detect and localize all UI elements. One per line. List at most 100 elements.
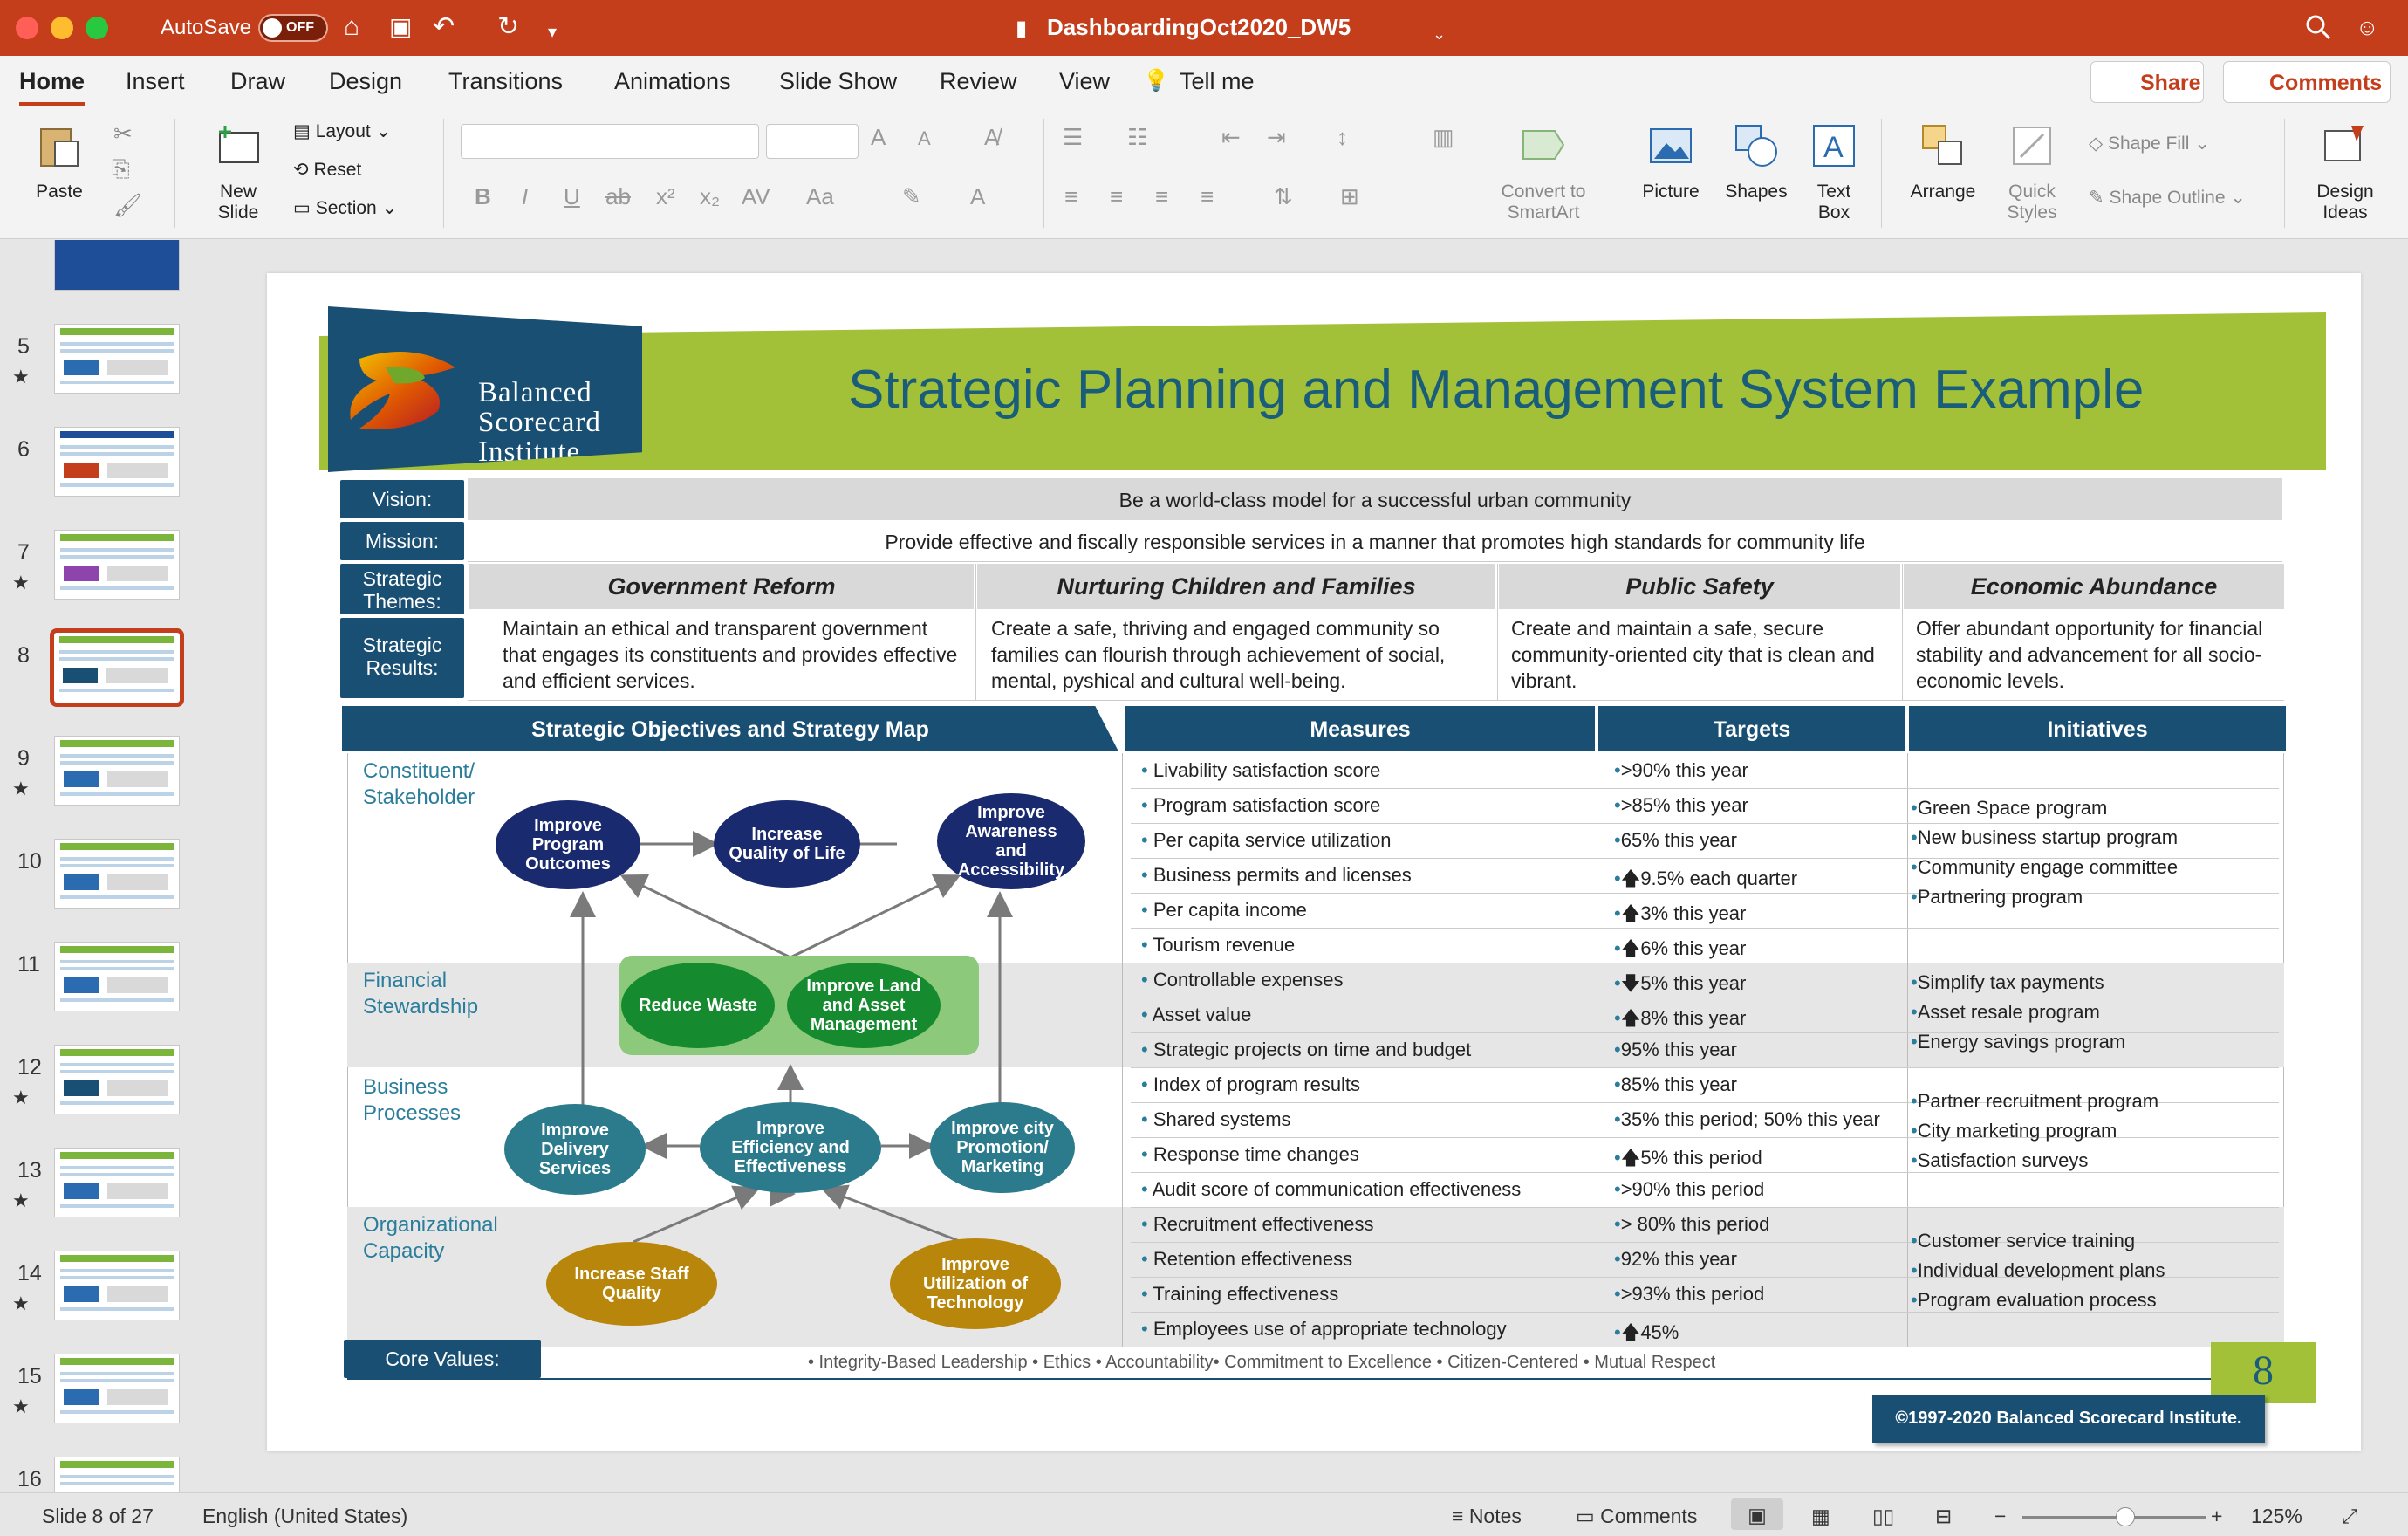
- profile-icon[interactable]: ☺: [2356, 12, 2379, 42]
- font-color-icon[interactable]: A: [970, 183, 985, 210]
- bullets-icon[interactable]: ☰: [1063, 124, 1083, 151]
- fit-to-window-icon[interactable]: ⤢: [2342, 1505, 2357, 1528]
- decrease-indent-icon[interactable]: ⇤: [1221, 124, 1241, 151]
- shape-fill-button[interactable]: ◇ Shape Fill ⌄: [2089, 133, 2210, 154]
- highlight-icon[interactable]: ✎: [902, 183, 921, 210]
- comments-button[interactable]: Comments: [2223, 61, 2391, 103]
- font-name-combo[interactable]: [461, 124, 759, 159]
- slide-sorter-icon[interactable]: ▦: [1811, 1505, 1830, 1528]
- increase-font-icon[interactable]: A: [871, 124, 886, 151]
- share-button[interactable]: Share: [2090, 61, 2204, 103]
- slide-thumbnail-7[interactable]: [54, 530, 180, 600]
- objective-improve-city-promotion[interactable]: Improve city Promotion/ Marketing: [930, 1102, 1075, 1193]
- close-window-button[interactable]: [16, 17, 38, 39]
- superscript-icon[interactable]: x²: [656, 183, 675, 210]
- objective-increase-staff-quality[interactable]: Increase Staff Quality: [546, 1242, 717, 1326]
- save-icon[interactable]: ▣: [389, 12, 412, 42]
- home-icon[interactable]: ⌂: [344, 12, 359, 42]
- shapes-button[interactable]: Shapes: [1717, 122, 1796, 202]
- chevron-down-icon[interactable]: ⌄: [1433, 19, 1446, 49]
- zoom-slider[interactable]: [2022, 1516, 2206, 1519]
- arrange-button[interactable]: Arrange: [1902, 122, 1984, 202]
- shape-outline-button[interactable]: ✎ Shape Outline ⌄: [2089, 187, 2246, 209]
- line-spacing-icon[interactable]: ↕: [1337, 124, 1348, 151]
- tell-me-search[interactable]: Tell me: [1180, 68, 1255, 95]
- tab-draw[interactable]: Draw: [230, 68, 285, 95]
- objective-increase-quality-of-life[interactable]: Increase Quality of Life: [714, 800, 860, 888]
- underline-icon[interactable]: U: [564, 183, 580, 210]
- numbering-icon[interactable]: ☷: [1127, 124, 1147, 151]
- change-case-icon[interactable]: Aa: [806, 183, 834, 210]
- columns-icon[interactable]: ▥: [1433, 124, 1454, 151]
- document-title[interactable]: DashboardingOct2020_DW5: [1047, 14, 1351, 41]
- align-right-icon[interactable]: ≡: [1155, 183, 1168, 210]
- tab-view[interactable]: View: [1059, 68, 1110, 95]
- paste-button[interactable]: Paste: [24, 122, 94, 202]
- slide-thumbnail-16[interactable]: [54, 1457, 180, 1492]
- slide-thumbnail-12[interactable]: [54, 1045, 180, 1114]
- strikethrough-icon[interactable]: ab: [605, 183, 631, 210]
- tab-slide-show[interactable]: Slide Show: [779, 68, 897, 95]
- search-icon[interactable]: [2305, 14, 2331, 40]
- slide-thumbnail-10[interactable]: [54, 839, 180, 909]
- redo-icon[interactable]: ↻: [497, 12, 519, 42]
- zoom-level[interactable]: 125%: [2251, 1505, 2302, 1528]
- customize-toolbar-icon[interactable]: ▾: [548, 17, 557, 47]
- text-box-button[interactable]: A Text Box: [1801, 122, 1867, 223]
- slide-thumbnail-15[interactable]: [54, 1354, 180, 1423]
- language-indicator[interactable]: English (United States): [202, 1505, 407, 1528]
- zoom-window-button[interactable]: [86, 17, 108, 39]
- clear-format-icon[interactable]: A̸: [984, 124, 999, 151]
- format-painter-icon[interactable]: 🖌: [113, 192, 142, 219]
- slide-8[interactable]: Strategic Planning and Management System…: [267, 273, 2361, 1451]
- picture-button[interactable]: Picture: [1632, 122, 1710, 202]
- align-text-icon[interactable]: ⊞: [1340, 183, 1359, 210]
- objective-improve-land-asset[interactable]: Improve Land and Asset Management: [787, 963, 941, 1048]
- slide-thumbnail-4[interactable]: [54, 240, 180, 291]
- section-button[interactable]: ▭ Section ⌄: [293, 197, 397, 219]
- objective-improve-awareness[interactable]: Improve Awareness and Accessibility: [937, 793, 1085, 889]
- undo-icon[interactable]: ↶: [433, 12, 455, 42]
- tab-design[interactable]: Design: [329, 68, 402, 95]
- tab-transitions[interactable]: Transitions: [448, 68, 563, 95]
- zoom-in-icon[interactable]: +: [2211, 1505, 2222, 1528]
- objective-improve-utilization-technology[interactable]: Improve Utilization of Technology: [890, 1238, 1061, 1329]
- objective-improve-program-outcomes[interactable]: Improve Program Outcomes: [496, 800, 640, 889]
- autosave-toggle[interactable]: OFF: [258, 14, 328, 42]
- notes-button[interactable]: ≡ Notes: [1452, 1505, 1522, 1528]
- convert-smartart-button[interactable]: Convert to SmartArt: [1487, 122, 1600, 223]
- character-spacing-icon[interactable]: AV: [742, 183, 770, 210]
- objective-improve-delivery-services[interactable]: Improve Delivery Services: [504, 1104, 646, 1195]
- text-direction-icon[interactable]: ⇅: [1274, 183, 1293, 210]
- new-slide-button[interactable]: New Slide: [199, 122, 277, 223]
- tab-insert[interactable]: Insert: [126, 68, 185, 95]
- slide-show-icon[interactable]: ⊟: [1935, 1505, 1952, 1528]
- reading-view-icon[interactable]: ▯▯: [1872, 1505, 1894, 1528]
- slide-thumbnail-6[interactable]: [54, 427, 180, 497]
- font-size-combo[interactable]: [766, 124, 859, 159]
- tab-home[interactable]: Home: [19, 68, 86, 106]
- objective-reduce-waste[interactable]: Reduce Waste: [621, 963, 775, 1048]
- minimize-window-button[interactable]: [51, 17, 73, 39]
- slide-thumbnail-5[interactable]: [54, 324, 180, 394]
- tab-review[interactable]: Review: [940, 68, 1017, 95]
- objective-improve-efficiency[interactable]: Improve Efficiency and Effectiveness: [700, 1102, 881, 1193]
- normal-view-icon[interactable]: ▣: [1731, 1498, 1783, 1530]
- tab-animations[interactable]: Animations: [614, 68, 731, 95]
- align-center-icon[interactable]: ≡: [1110, 183, 1123, 210]
- reset-button[interactable]: ⟲ Reset: [293, 159, 361, 181]
- comments-status-button[interactable]: ▭ Comments: [1576, 1505, 1697, 1528]
- decrease-font-icon[interactable]: A: [918, 127, 931, 150]
- zoom-out-icon[interactable]: −: [1994, 1505, 2006, 1528]
- slide-thumbnail-14[interactable]: [54, 1251, 180, 1320]
- slide-thumbnail-8[interactable]: [50, 628, 184, 707]
- slide-thumbnail-11[interactable]: [54, 942, 180, 1011]
- align-left-icon[interactable]: ≡: [1064, 183, 1077, 210]
- zoom-slider-thumb[interactable]: [2116, 1507, 2136, 1526]
- bold-icon[interactable]: B: [475, 183, 491, 210]
- slide-thumbnail-panel[interactable]: 5 ★ 6 7 ★ 8 9 ★ 10 11 12 ★ 13 ★ 14 ★ 15 ★ 16: [0, 240, 222, 1492]
- design-ideas-button[interactable]: Design Ideas: [2302, 122, 2389, 223]
- slide-thumbnail-9[interactable]: [54, 736, 180, 806]
- cut-icon[interactable]: ✂: [113, 120, 133, 147]
- quick-styles-button[interactable]: Quick Styles: [1993, 122, 2071, 223]
